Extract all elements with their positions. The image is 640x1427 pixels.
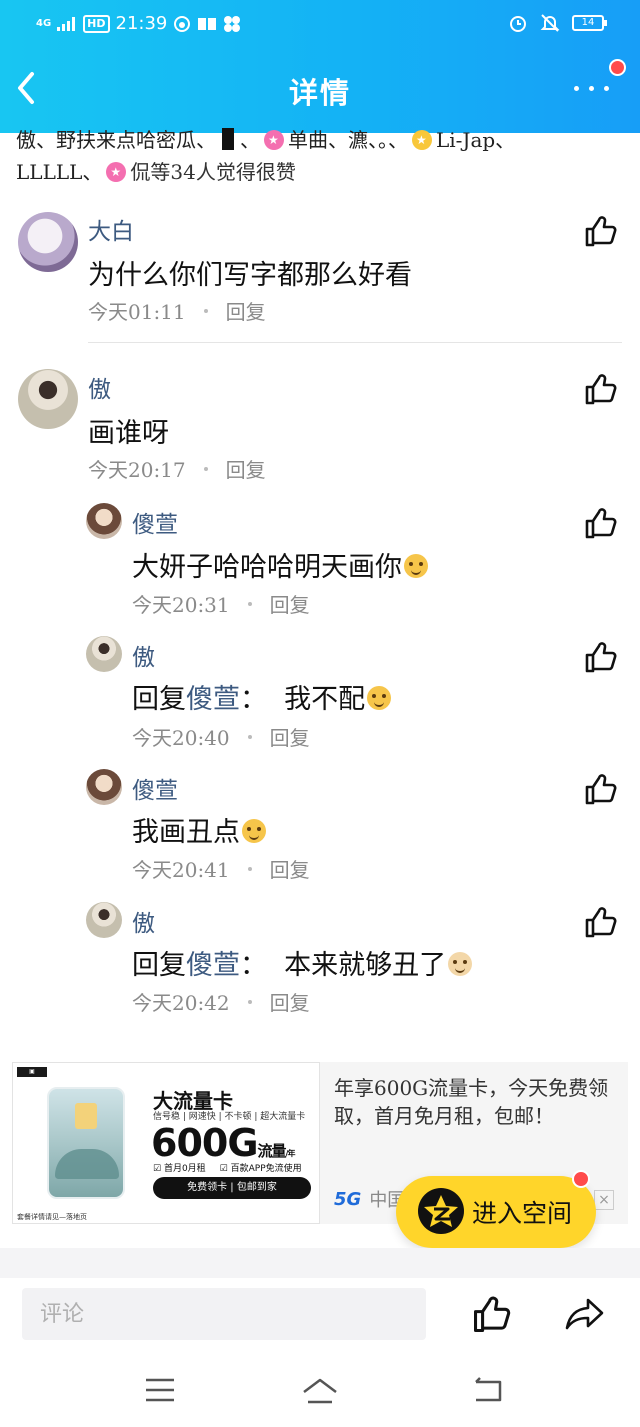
battery-icon: 14 [572,15,607,31]
comment-text: 为什么你们写字都那么好看 [88,260,412,291]
reply-text: 回复傻萱： 本来就够丑了 [132,943,473,982]
reply-button[interactable]: 回复 [226,296,266,325]
reply-button[interactable]: 回复 [270,854,310,883]
page-title: 详情 [288,76,351,110]
mention-link[interactable]: 傻萱 [186,684,240,715]
avatar[interactable] [18,212,78,272]
dog-face-emoji [242,819,266,843]
comment-time: 今天01:11 [88,300,186,324]
reply-text: 大妍子哈哈哈明天画你 [132,545,428,584]
like-thumb-icon[interactable] [584,372,618,406]
signal-icon [57,16,76,31]
reply-time: 今天20:31 [132,593,230,617]
qzone-star-icon [418,1188,464,1234]
mute-bell-icon [540,14,560,32]
reply-author[interactable]: 傲 [132,638,155,672]
ad-card-button[interactable]: 免费领卡 | 包邮到家 [153,1177,311,1199]
enter-space-button[interactable]: 进入空间 [396,1176,596,1248]
dog-face-emoji [367,686,392,710]
ad-image[interactable]: ▣ 大流量卡 信号稳 | 网速快 | 不卡顿 | 超大流量卡 600G流量/年 … [12,1062,320,1224]
comment-author[interactable]: 大白 [88,212,134,246]
ad-description[interactable]: 年享600G流量卡，今天免费领取，首月免月租，包邮！ [334,1074,620,1130]
reply-author[interactable]: 傻萱 [132,505,178,539]
status-time: 21:39 [115,13,168,34]
share-arrow-icon[interactable] [564,1296,606,1332]
avatar[interactable] [18,369,78,429]
like-thumb-icon[interactable] [584,905,618,939]
avatar[interactable] [86,636,122,672]
top-header: 4G HD 21:39 14 详情 [0,0,640,133]
likes-names-1[interactable]: 傲、野扶来点哈密瓜、 [16,128,216,152]
sim-card-image [47,1087,125,1199]
comment-input[interactable] [22,1288,426,1340]
alarm-icon [510,16,526,32]
likes-names-3[interactable]: Li-Jap、 [436,128,515,152]
fan-icon [224,15,241,32]
like-thumb-icon[interactable] [584,640,618,674]
reply-button[interactable]: 回复 [270,722,310,751]
comment-text: 画谁呀 [88,418,169,449]
hd-badge: HD [83,14,110,33]
like-thumb-icon[interactable] [472,1294,512,1334]
carrier-logo: ▣ [17,1067,47,1077]
weibo-icon [174,15,191,32]
avatar[interactable] [86,902,122,938]
ad-card-footer: 套餐详情请见—落地页 [17,1213,87,1221]
notification-dot [609,59,626,76]
menu-icon[interactable] [140,1372,180,1408]
user-avatar-mini [222,128,234,150]
back-icon[interactable] [468,1372,508,1408]
enter-space-label: 进入空间 [472,1199,573,1228]
reply-time: 今天20:42 [132,991,230,1015]
like-thumb-icon[interactable] [584,506,618,540]
comment-author[interactable]: 傲 [88,370,111,404]
pink-badge-icon [264,124,284,156]
like-thumb-icon[interactable] [584,772,618,806]
avatar[interactable] [86,769,122,805]
status-bar: 4G HD 21:39 14 [0,0,640,50]
gold-badge-icon [412,124,432,156]
system-nav-bar [0,1354,640,1427]
ad-card-big: 600G流量/年 [151,1121,295,1165]
ad-close-icon[interactable]: × [594,1190,614,1210]
reply-button[interactable]: 回复 [270,987,310,1016]
reply-button[interactable]: 回复 [226,454,266,483]
5g-badge-icon: 5G [334,1188,362,1210]
reply-author[interactable]: 傲 [132,904,155,938]
reply-text: 我画丑点 [132,810,266,849]
likes-list: 傲、野扶来点哈密瓜、、 单曲、瀌、。、 Li-Jap、 LLLLL、 侃等34人觉得很… [16,124,624,188]
likes-names-4[interactable]: LLLLL、 [16,160,102,184]
notification-dot [572,1170,590,1188]
like-thumb-icon[interactable] [584,214,618,248]
pink-badge-icon [106,156,127,188]
reply-time: 今天20:40 [132,726,230,750]
bottom-action-bar [0,1278,640,1354]
likes-names-2[interactable]: 单曲、瀌、。、 [288,128,408,152]
cat-face-emoji [448,952,473,976]
home-icon[interactable] [300,1372,340,1408]
section-gap [0,1248,640,1278]
likes-sep: 、 [240,128,260,152]
reply-text: 回复傻萱： 我不配 [132,677,392,716]
network-indicator: 4G [36,17,52,29]
comment-time: 今天20:17 [88,458,186,482]
avatar[interactable] [86,503,122,539]
book-icon [198,17,217,30]
reply-author[interactable]: 傻萱 [132,771,178,805]
divider [88,342,622,343]
mention-link[interactable]: 傻萱 [186,950,240,981]
likes-summary[interactable]: 侃等34人觉得很赞 [130,160,295,184]
reply-button[interactable]: 回复 [270,589,310,618]
dog-face-emoji [404,554,428,578]
more-menu-button[interactable] [574,86,609,91]
reply-time: 今天20:41 [132,858,230,882]
